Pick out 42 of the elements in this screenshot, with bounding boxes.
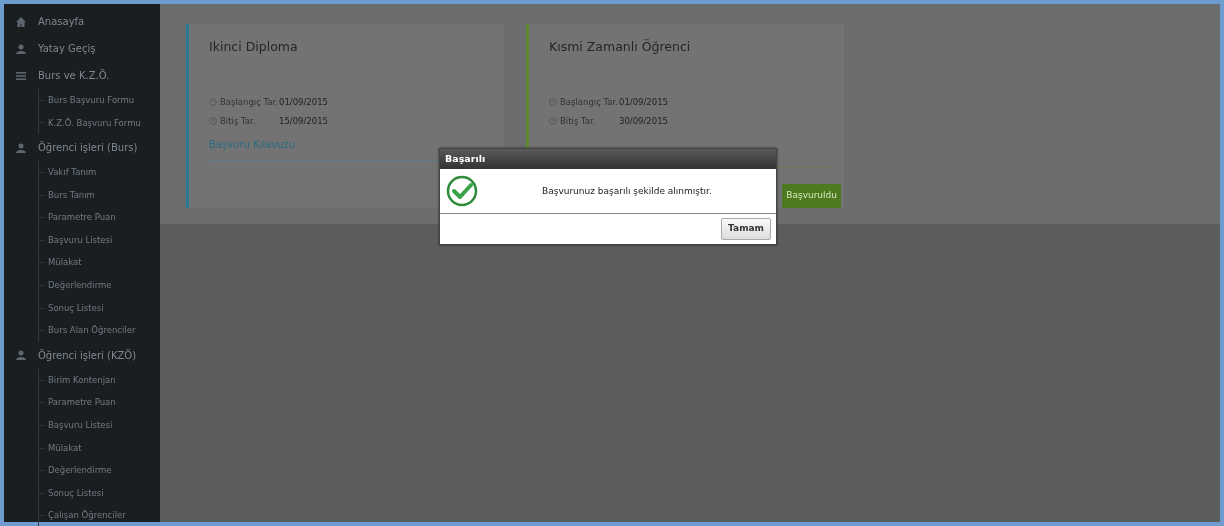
sidebar-subitem[interactable]: Burs Tanım: [48, 188, 95, 202]
user-icon: [16, 142, 26, 153]
sidebar-item[interactable]: Burs ve K.Z.Ö.: [38, 68, 110, 83]
sidebar-item[interactable]: Anasayfa: [38, 14, 85, 29]
sidebar-item[interactable]: Öğrenci işleri (Burs): [38, 140, 138, 156]
sidebar-subitem[interactable]: K.Z.Ö. Başvuru Formu: [48, 116, 141, 130]
sidebar-subitem[interactable]: Burs Başvuru Formu: [48, 93, 135, 107]
sidebar-subitem[interactable]: Değerlendirme: [48, 464, 112, 477]
date-label: Bitiş Tar.: [560, 114, 596, 128]
sidebar-item[interactable]: Öğrenci işleri (KZÖ): [38, 347, 137, 363]
list-icon: [16, 70, 26, 81]
ok-button[interactable]: Tamam: [721, 218, 771, 240]
home-icon: [16, 16, 26, 27]
date-value: 15/09/2015: [279, 114, 328, 128]
date-label: Başlangıç Tar.: [560, 95, 618, 109]
sidebar-subitem[interactable]: Başvuru Listesi: [48, 233, 113, 247]
date-value: 01/09/2015: [279, 95, 328, 109]
sidebar-subitem[interactable]: Mülakat: [48, 441, 82, 455]
sidebar-item[interactable]: Yatay Geçiş: [38, 41, 96, 56]
sidebar-subitem[interactable]: Çalışan Öğrenciler: [48, 509, 126, 523]
date-label: Başlangıç Tar.: [220, 95, 278, 109]
dialog-title: Başarılı: [440, 149, 776, 170]
sidebar-subitem[interactable]: Sonuç Listesi: [48, 486, 104, 500]
sidebar-subitem[interactable]: Değerlendirme: [48, 279, 112, 292]
card-title: Kısmi Zamanlı Öğrenci: [549, 38, 692, 56]
dialog-message: Başvurunuz başarılı şekilde alınmıştır.: [542, 184, 712, 198]
date-label: Bitiş Tar.: [220, 114, 256, 128]
sidebar-subitem[interactable]: Sonuç Listesi: [48, 301, 104, 315]
sidebar-subitem[interactable]: Başvuru Listesi: [48, 419, 113, 432]
sidebar-subitem[interactable]: Mülakat: [48, 256, 82, 270]
date-value: 30/09/2015: [619, 114, 668, 128]
sidebar-subitem[interactable]: Vakıf Tanım: [48, 166, 97, 179]
sidebar-subitem[interactable]: Parametre Puan: [48, 396, 116, 410]
user-icon: [16, 43, 26, 54]
sidebar-subitem[interactable]: Burs Alan Öğrenciler: [48, 324, 136, 337]
card-title: Ikinci Diploma: [209, 38, 299, 56]
date-value: 01/09/2015: [619, 95, 668, 109]
success-check-icon: [446, 175, 478, 208]
applied-button[interactable]: Başvuruldu: [782, 184, 841, 208]
sidebar-subitem[interactable]: Birim Kontenjan: [48, 373, 116, 387]
sidebar-subitem[interactable]: Parametre Puan: [48, 211, 116, 225]
user-icon: [16, 350, 26, 361]
